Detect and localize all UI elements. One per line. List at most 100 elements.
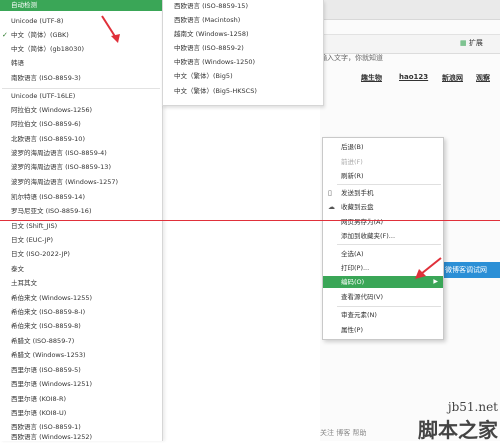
ctx-forward[interactable]: 前进(F) — [323, 156, 443, 168]
enc-label: 波罗的海周边语言 (Windows-1257) — [11, 178, 119, 186]
ctx-label: 审查元素(N) — [341, 311, 377, 319]
ctx-label: 属性(P) — [341, 326, 363, 334]
enc-windows-1255[interactable]: 希伯来文 (Windows-1255) — [0, 293, 162, 304]
ctx-add-favorites[interactable]: 添加到收藏夹(F)... — [323, 230, 443, 242]
enc-utf16le[interactable]: Unicode (UTF-16LE) — [0, 91, 162, 102]
enc-iso-2022-jp[interactable]: 日文 (ISO-2022-JP) — [0, 249, 162, 260]
enc-iso-8859-13[interactable]: 波罗的海周边语言 (ISO-8859-13) — [0, 162, 162, 173]
footer-links[interactable]: 关注 博客 帮助 — [320, 428, 366, 438]
enc-label: 西欧语言 (Macintosh) — [174, 16, 241, 24]
enc-macintosh[interactable]: 西欧语言 (Macintosh) — [163, 15, 323, 26]
enc-label: 西里尔语 (KOI8-U) — [11, 409, 67, 417]
search-hint[interactable]: 输入文字，你就知道 — [320, 53, 383, 63]
enc-gbk[interactable]: ✓ 中文（简体）(GBK) — [0, 30, 162, 41]
ctx-properties[interactable]: 属性(P) — [323, 324, 443, 336]
enc-utf8[interactable]: Unicode (UTF-8) — [0, 16, 162, 27]
enc-label: 西里尔语 (KOI8-R) — [11, 395, 67, 403]
enc-big5-hkscs[interactable]: 中文（繁体）(Big5-HKSCS) — [163, 86, 323, 97]
ctx-label: 发送到手机 — [341, 189, 374, 197]
ctx-save-page-as[interactable]: 网页另存为(A) — [323, 216, 443, 228]
nav-link-3[interactable]: 新浪网 — [442, 73, 463, 83]
enc-windows-1252[interactable]: 西欧语言 (Windows-1252) — [0, 432, 162, 443]
enc-label: 韩语 — [11, 59, 24, 67]
enc-iso-8859-4[interactable]: 波罗的海周边语言 (ISO-8859-4) — [0, 148, 162, 159]
ctx-inspect[interactable]: 审查元素(N) — [323, 309, 443, 321]
ctx-save-to-cloud[interactable]: ☁ 收藏到云盘 — [323, 201, 443, 213]
enc-iso-8859-8-i[interactable]: 希伯来文 (ISO-8859-8-I) — [0, 307, 162, 318]
enc-turkish[interactable]: 土耳其文 — [0, 278, 162, 289]
page-banner-button[interactable]: 微博客调试网 — [443, 262, 500, 278]
ctx-send-to-phone[interactable]: ▯ 发送到手机 — [323, 187, 443, 199]
enc-label: 中文（繁体）(Big5) — [174, 72, 233, 80]
ctx-label: 打印(P)... — [341, 264, 370, 272]
enc-label: 西欧语言 (ISO-8859-15) — [174, 2, 248, 10]
extension-label: 扩展 — [468, 39, 483, 47]
enc-iso-8859-10[interactable]: 北欧语言 (ISO-8859-10) — [0, 134, 162, 145]
enc-auto-detect[interactable]: 自动检测 — [0, 0, 162, 11]
enc-label: 希伯来文 (Windows-1255) — [11, 294, 93, 302]
extension-button[interactable]: ▦ 扩展 — [460, 38, 483, 48]
ctx-back[interactable]: 后退(B) — [323, 141, 443, 153]
enc-label: 中欧语言 (ISO-8859-2) — [174, 44, 244, 52]
enc-windows-1258[interactable]: 越南文 (Windows-1258) — [163, 29, 323, 40]
enc-korean[interactable]: 韩语 — [0, 58, 162, 69]
cloud-icon: ☁ — [328, 203, 335, 211]
enc-iso-8859-15[interactable]: 西欧语言 (ISO-8859-15) — [163, 1, 323, 12]
ctx-label: 收藏到云盘 — [341, 203, 374, 211]
enc-label: 中欧语言 (Windows-1250) — [174, 58, 256, 66]
enc-label: 中文（简体）(gb18030) — [11, 45, 85, 53]
ctx-label: 后退(B) — [341, 143, 364, 151]
enc-thai[interactable]: 泰文 — [0, 264, 162, 275]
enc-label: 日文 (EUC-JP) — [11, 236, 54, 244]
enc-koi8-r[interactable]: 西里尔语 (KOI8-R) — [0, 394, 162, 405]
checkmark-icon: ✓ — [2, 31, 8, 39]
enc-iso-8859-2[interactable]: 中欧语言 (ISO-8859-2) — [163, 43, 323, 54]
enc-iso-8859-3[interactable]: 南欧语言 (ISO-8859-3) — [0, 73, 162, 84]
enc-label: 土耳其文 — [11, 279, 37, 287]
menu-separator — [2, 88, 160, 89]
ctx-label: 编码(O) — [341, 278, 365, 286]
enc-windows-1251[interactable]: 西里尔语 (Windows-1251) — [0, 379, 162, 390]
nav-link-2[interactable]: hao123 — [399, 73, 428, 81]
enc-label: 越南文 (Windows-1258) — [174, 30, 249, 38]
enc-iso-8859-14[interactable]: 凯尔特语 (ISO-8859-14) — [0, 192, 162, 203]
enc-label: Unicode (UTF-16LE) — [11, 92, 76, 100]
enc-label: 希腊文 (ISO-8859-7) — [11, 337, 75, 345]
enc-label: 中文（繁体）(Big5-HKSCS) — [174, 87, 257, 95]
enc-iso-8859-5[interactable]: 西里尔语 (ISO-8859-5) — [0, 365, 162, 376]
enc-koi8-u[interactable]: 西里尔语 (KOI8-U) — [0, 408, 162, 419]
ctx-label: 全选(A) — [341, 250, 364, 258]
enc-iso-8859-6[interactable]: 阿拉伯文 (ISO-8859-6) — [0, 119, 162, 130]
enc-windows-1250[interactable]: 中欧语言 (Windows-1250) — [163, 57, 323, 68]
menu-separator — [337, 306, 441, 307]
enc-label: 日文 (Shift_JIS) — [11, 222, 58, 230]
enc-iso-8859-7[interactable]: 希腊文 (ISO-8859-7) — [0, 336, 162, 347]
tab-strip — [320, 0, 500, 20]
ctx-view-source[interactable]: 查看源代码(V) — [323, 291, 443, 303]
enc-label: 西欧语言 (Windows-1252) — [11, 433, 93, 441]
enc-windows-1253[interactable]: 希腊文 (Windows-1253) — [0, 350, 162, 361]
enc-label: 南欧语言 (ISO-8859-3) — [11, 74, 81, 82]
enc-iso-8859-16[interactable]: 罗马尼亚文 (ISO-8859-16) — [0, 206, 162, 217]
ctx-label: 刷新(R) — [341, 172, 364, 180]
ctx-label: 网页另存为(A) — [341, 218, 384, 226]
enc-big5[interactable]: 中文（繁体）(Big5) — [163, 71, 323, 82]
enc-label: 阿拉伯文 (ISO-8859-6) — [11, 120, 81, 128]
enc-label: 波罗的海周边语言 (ISO-8859-4) — [11, 149, 107, 157]
enc-euc-jp[interactable]: 日文 (EUC-JP) — [0, 235, 162, 246]
nav-link-4[interactable]: 观察 — [476, 73, 490, 83]
enc-windows-1256[interactable]: 阿拉伯文 (Windows-1256) — [0, 105, 162, 116]
ctx-refresh[interactable]: 刷新(R) — [323, 170, 443, 182]
enc-iso-8859-8[interactable]: 希伯来文 (ISO-8859-8) — [0, 321, 162, 332]
annotation-line — [0, 220, 500, 221]
enc-windows-1257[interactable]: 波罗的海周边语言 (Windows-1257) — [0, 177, 162, 188]
extension-icon: ▦ — [460, 39, 467, 47]
enc-gb18030[interactable]: 中文（简体）(gb18030) — [0, 44, 162, 55]
enc-label: 希伯来文 (ISO-8859-8-I) — [11, 308, 86, 316]
nav-link-1[interactable]: 趣生物 — [361, 73, 382, 83]
enc-label: 日文 (ISO-2022-JP) — [11, 250, 70, 258]
enc-label: 北欧语言 (ISO-8859-10) — [11, 135, 85, 143]
enc-label: 西里尔语 (ISO-8859-5) — [11, 366, 81, 374]
ctx-label: 前进(F) — [341, 158, 363, 166]
enc-shift-jis[interactable]: 日文 (Shift_JIS) — [0, 221, 162, 232]
